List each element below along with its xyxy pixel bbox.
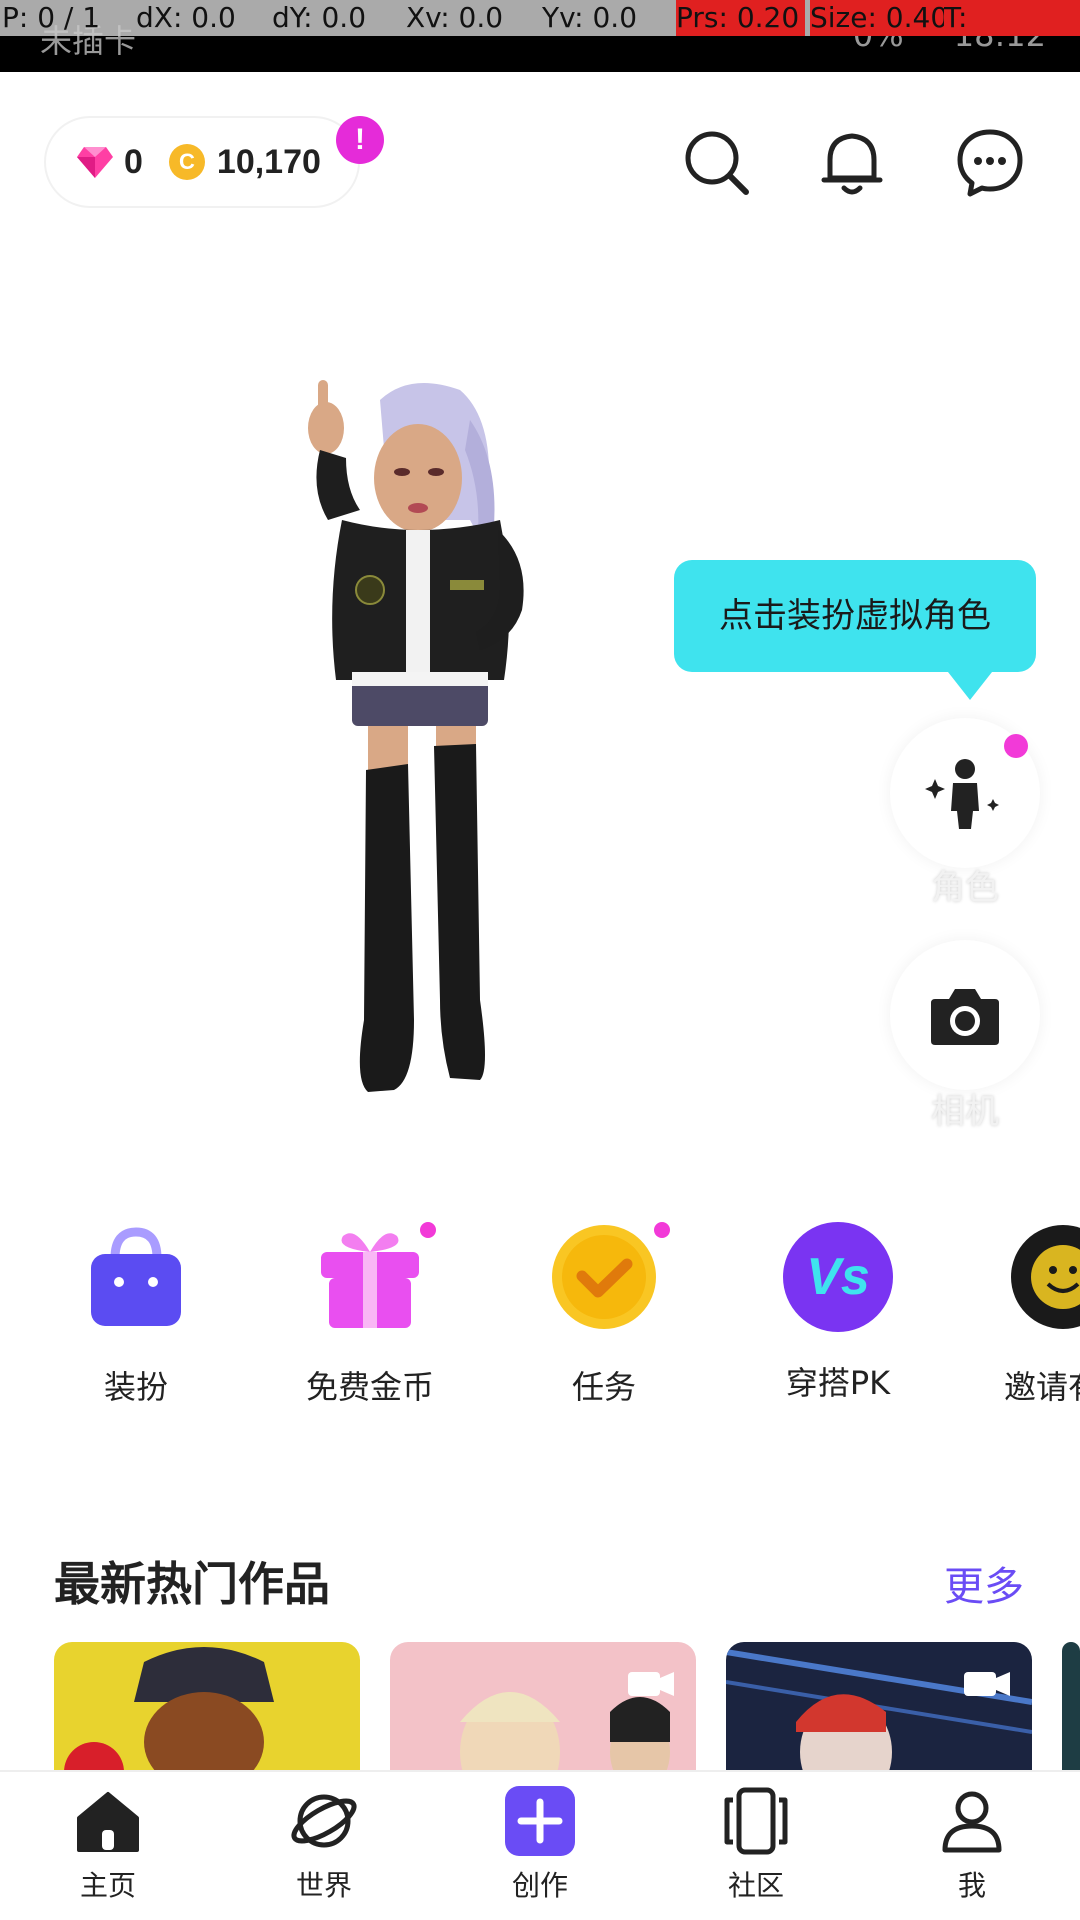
qa-dress-up[interactable]: 装扮: [36, 1222, 236, 1408]
home-icon: [77, 1792, 139, 1852]
status-bar: 未插卡 0% 18:12 P: 0 / 1 dX: 0.0 dY: 0.0 Xv…: [0, 0, 1080, 72]
nav-me-label: 我: [957, 1869, 986, 1902]
avatar-character[interactable]: [290, 380, 620, 1100]
dress-up-tooltip[interactable]: 点击装扮虚拟角色: [674, 560, 1036, 672]
debug-time: T: 140350: [944, 0, 1080, 36]
qa-invite[interactable]: 邀请有: [972, 1222, 1080, 1408]
nav-world[interactable]: 世界: [254, 1786, 394, 1904]
plus-icon: [505, 1786, 575, 1856]
section-title: 最新热门作品: [54, 1557, 330, 1611]
work-card[interactable]: [390, 1642, 696, 1772]
qa-tasks[interactable]: 任务: [504, 1222, 704, 1408]
debug-dx: dX: 0.0: [136, 1, 236, 34]
gift-icon: [321, 1233, 419, 1328]
tooltip-arrow: [948, 672, 992, 700]
work-thumbnail: [64, 1647, 274, 1772]
work-thumbnail: [460, 1672, 674, 1772]
more-link[interactable]: 更多: [944, 1554, 1024, 1612]
qa-outfit-pk-label: 穿搭PK: [785, 1364, 891, 1402]
smiley-icon: [1011, 1225, 1080, 1329]
chat-icon[interactable]: [954, 126, 1026, 198]
debug-dy: dY: 0.0: [272, 1, 367, 34]
nav-world-label: 世界: [295, 1869, 352, 1902]
debug-yv: Yv: 0.0: [542, 1, 638, 34]
camera-button[interactable]: [890, 940, 1040, 1090]
debug-pointer: P: 0 / 1: [2, 1, 101, 34]
planet-icon: [291, 1794, 357, 1848]
work-thumbnail: [726, 1649, 1032, 1772]
gem-icon: [77, 147, 113, 178]
qa-outfit-pk[interactable]: Vs 穿搭PK: [738, 1222, 938, 1404]
debug-xv: Xv: 0.0: [406, 1, 504, 34]
qa-free-coins[interactable]: 免费金币: [270, 1222, 470, 1408]
nav-create[interactable]: 创作: [470, 1786, 610, 1904]
character-icon: [925, 759, 999, 829]
nav-home-label: 主页: [79, 1869, 136, 1902]
camera-icon: [931, 989, 999, 1045]
tasks-badge: [654, 1222, 670, 1238]
coin-icon: C: [168, 144, 205, 180]
bottom-nav: 主页 世界 创作 社区 我: [0, 1770, 1080, 1920]
free-coins-badge: [420, 1222, 436, 1238]
cards-icon: [724, 1787, 788, 1855]
qa-invite-label: 邀请有: [1004, 1368, 1080, 1406]
nav-community-label: 社区: [727, 1869, 784, 1902]
nav-create-label: 创作: [511, 1869, 568, 1902]
shopping-bag-icon: [91, 1227, 181, 1326]
debug-size: Size: 0.40: [810, 0, 955, 36]
work-card[interactable]: [726, 1642, 1032, 1772]
camera-label: 相机: [931, 1092, 999, 1132]
debug-prs: Prs: 0.20: [676, 0, 806, 36]
check-circle-icon: [552, 1225, 656, 1329]
bell-icon[interactable]: [816, 126, 888, 198]
nav-community[interactable]: 社区: [686, 1786, 826, 1904]
qa-dress-up-label: 装扮: [103, 1368, 168, 1406]
qa-free-coins-label: 免费金币: [305, 1368, 434, 1406]
nav-home[interactable]: 主页: [38, 1786, 178, 1904]
qa-tasks-label: 任务: [571, 1368, 636, 1406]
alert-badge[interactable]: !: [336, 116, 384, 164]
user-icon: [942, 1791, 1002, 1853]
gem-count: 0: [124, 142, 143, 181]
coin-count: 10,170: [216, 142, 321, 181]
character-badge: [1004, 734, 1028, 758]
currency-pill[interactable]: 0 C 10,170: [46, 118, 358, 206]
work-card[interactable]: [1062, 1642, 1080, 1772]
search-icon[interactable]: [680, 126, 752, 198]
work-card[interactable]: [54, 1642, 360, 1772]
vs-icon: Vs: [783, 1222, 893, 1332]
app-screen: 未插卡 0% 18:12 P: 0 / 1 dX: 0.0 dY: 0.0 Xv…: [0, 0, 1080, 1920]
nav-me[interactable]: 我: [902, 1786, 1042, 1904]
character-label: 角色: [931, 868, 999, 908]
